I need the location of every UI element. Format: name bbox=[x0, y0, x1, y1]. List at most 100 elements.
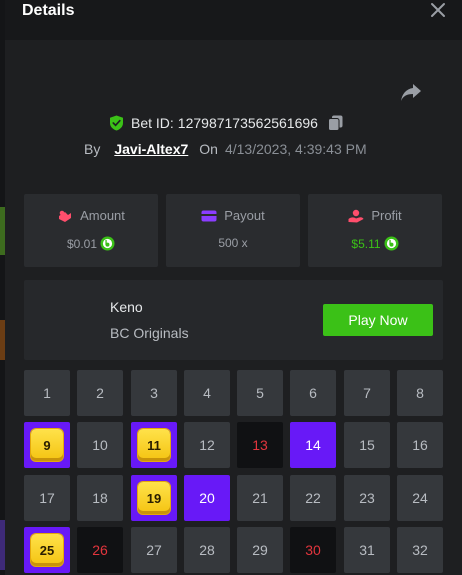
keno-cell-14: 14 bbox=[290, 422, 336, 468]
keno-cell-number: 30 bbox=[305, 542, 321, 558]
keno-cell-number: 3 bbox=[150, 385, 158, 401]
keno-cell-number: 17 bbox=[39, 490, 55, 506]
game-card: Keno BC Originals Play Now bbox=[24, 280, 443, 360]
amount-card: Amount $0.01 bbox=[24, 194, 158, 267]
keno-cell-number: 4 bbox=[203, 385, 211, 401]
keno-cell-number: 13 bbox=[252, 437, 268, 453]
keno-cell-29: 29 bbox=[237, 527, 283, 573]
profit-value: $5.11 bbox=[351, 236, 381, 251]
keno-cell-number: 2 bbox=[96, 385, 104, 401]
keno-grid: 1 2 3 4 5 6 7 8 9 10 11 12 13 14 15 16 17 18 19 20 21 22 23 24 2… bbox=[24, 367, 443, 575]
keno-cell-20: 20 bbox=[184, 475, 230, 521]
gem-icon: 19 bbox=[138, 482, 170, 514]
payout-value: 500 x bbox=[218, 236, 248, 250]
payout-value-row: 500 x bbox=[166, 236, 300, 250]
keno-cell-number: 27 bbox=[146, 542, 162, 558]
keno-cell-24: 24 bbox=[397, 475, 443, 521]
payout-header: Payout bbox=[166, 208, 300, 223]
payout-label: Payout bbox=[224, 208, 265, 223]
on-label: On bbox=[199, 141, 218, 157]
keno-cell-5: 5 bbox=[237, 370, 283, 416]
amount-header: Amount bbox=[24, 208, 158, 223]
keno-cell-16: 16 bbox=[397, 422, 443, 468]
details-modal: Details Bet ID: 127987173562561696 By Ja… bbox=[0, 0, 462, 575]
keno-cell-18: 18 bbox=[77, 475, 123, 521]
keno-cell-number: 22 bbox=[305, 490, 321, 506]
keno-cell-number: 23 bbox=[359, 490, 375, 506]
keno-cell-number: 28 bbox=[199, 542, 215, 558]
profit-card: Profit $5.11 bbox=[308, 194, 442, 267]
username-link[interactable]: Javi-Altex7 bbox=[114, 141, 188, 157]
keno-cell-23: 23 bbox=[344, 475, 390, 521]
gem-icon: 11 bbox=[138, 429, 170, 461]
keno-cell-4: 4 bbox=[184, 370, 230, 416]
keno-cell-number: 20 bbox=[199, 490, 215, 506]
profit-label: Profit bbox=[371, 208, 402, 223]
modal-header: Details bbox=[5, 0, 462, 40]
keno-cell-26: 26 bbox=[77, 527, 123, 573]
keno-cell-number: 6 bbox=[309, 385, 317, 401]
keno-cell-25: 25 bbox=[24, 527, 70, 573]
keno-cell-number: 10 bbox=[92, 437, 108, 453]
keno-cell-number: 8 bbox=[416, 385, 424, 401]
bet-id-row: Bet ID: 127987173562561696 bbox=[109, 113, 343, 133]
keno-cell-28: 28 bbox=[184, 527, 230, 573]
keno-cell-number: 15 bbox=[359, 437, 375, 453]
keno-cell-19: 19 bbox=[131, 475, 177, 521]
keno-cell-10: 10 bbox=[77, 422, 123, 468]
share-icon[interactable] bbox=[400, 82, 422, 102]
keno-cell-12: 12 bbox=[184, 422, 230, 468]
keno-cell-1: 1 bbox=[24, 370, 70, 416]
keno-cell-number: 24 bbox=[412, 490, 428, 506]
keno-cell-11: 11 bbox=[131, 422, 177, 468]
keno-cell-17: 17 bbox=[24, 475, 70, 521]
keno-cell-32: 32 bbox=[397, 527, 443, 573]
amount-label: Amount bbox=[80, 208, 125, 223]
keno-cell-31: 31 bbox=[344, 527, 390, 573]
amount-value-row: $0.01 bbox=[24, 236, 158, 251]
keno-cell-21: 21 bbox=[237, 475, 283, 521]
profit-header: Profit bbox=[308, 208, 442, 223]
keno-cell-22: 22 bbox=[290, 475, 336, 521]
keno-cell-7: 7 bbox=[344, 370, 390, 416]
play-now-button[interactable]: Play Now bbox=[323, 304, 433, 336]
keno-cell-number: 16 bbox=[412, 437, 428, 453]
close-icon[interactable] bbox=[430, 2, 446, 18]
keno-cell-3: 3 bbox=[131, 370, 177, 416]
keno-cell-number: 5 bbox=[256, 385, 264, 401]
keno-cell-2: 2 bbox=[77, 370, 123, 416]
keno-cell-13: 13 bbox=[237, 422, 283, 468]
bet-id-value: 127987173562561696 bbox=[177, 115, 318, 131]
keno-cell-number: 7 bbox=[363, 385, 371, 401]
keno-cell-30: 30 bbox=[290, 527, 336, 573]
bet-id-label: Bet ID: bbox=[131, 115, 174, 131]
keno-cell-15: 15 bbox=[344, 422, 390, 468]
hand-coin-icon bbox=[348, 209, 364, 222]
keno-cell-9: 9 bbox=[24, 422, 70, 468]
keno-cell-number: 12 bbox=[199, 437, 215, 453]
bet-author-row: By Javi-Altex7 On 4/13/2023, 4:39:43 PM bbox=[84, 139, 367, 159]
copy-icon[interactable] bbox=[327, 115, 343, 131]
profit-value-row: $5.11 bbox=[308, 236, 442, 251]
amount-value: $0.01 bbox=[66, 236, 98, 251]
keno-cell-number: 21 bbox=[252, 490, 268, 506]
wallet-icon bbox=[201, 210, 217, 221]
keno-cell-number: 31 bbox=[359, 542, 375, 558]
game-provider: BC Originals bbox=[110, 325, 189, 341]
shield-check-icon bbox=[110, 115, 123, 131]
payout-card: Payout 500 x bbox=[166, 194, 300, 267]
game-name: Keno bbox=[110, 299, 143, 315]
keno-cell-6: 6 bbox=[290, 370, 336, 416]
modal-title: Details bbox=[22, 2, 75, 19]
keno-cell-number: 1 bbox=[43, 385, 51, 401]
keno-cell-27: 27 bbox=[131, 527, 177, 573]
bcd-coin-icon bbox=[384, 236, 399, 251]
keno-cell-number: 14 bbox=[305, 437, 321, 453]
gem-icon: 25 bbox=[31, 534, 63, 566]
bcd-coin-icon bbox=[100, 236, 115, 251]
bet-datetime: 4/13/2023, 4:39:43 PM bbox=[224, 141, 367, 157]
coins-icon bbox=[59, 210, 72, 222]
keno-cell-number: 32 bbox=[412, 542, 428, 558]
keno-cell-number: 29 bbox=[252, 542, 268, 558]
keno-cell-number: 26 bbox=[92, 542, 108, 558]
